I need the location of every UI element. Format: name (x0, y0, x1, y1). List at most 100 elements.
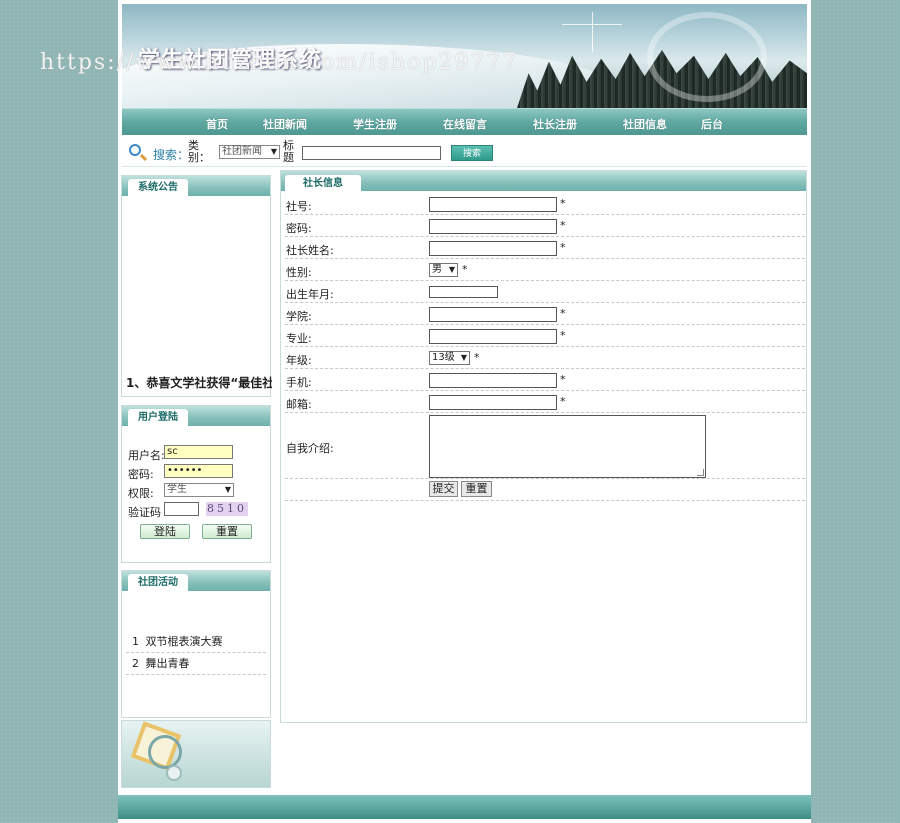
birth-input[interactable] (429, 286, 498, 298)
password-label: 密码: (128, 468, 154, 481)
list-item-name: 舞出青春 (145, 657, 190, 670)
search-label: 搜索： (153, 148, 190, 162)
captcha-input[interactable] (164, 502, 199, 516)
announcement-title: 系统公告 (128, 179, 188, 196)
role-select-value: 学生 (167, 484, 187, 495)
form-row-grade: 年级: 13级 ▼ * (285, 347, 805, 369)
gender-select[interactable]: 男 ▼ (429, 263, 458, 277)
panel-header: 系统公告 (122, 176, 270, 196)
search-bar: 搜索： 类别： 社团新闻 ▼ 标题 搜索 (122, 137, 807, 167)
nav-item-club-news[interactable]: 社团新闻 (263, 116, 307, 132)
required-mark: * (560, 197, 566, 210)
role-label: 权限: (128, 487, 154, 500)
main-nav: 首页 社团新闻 学生注册 在线留言 社长注册 社团信息 后台 (122, 108, 807, 135)
category-select[interactable]: 社团新闻 ▼ (219, 145, 280, 159)
panel-header: 社团活动 (122, 571, 270, 591)
form-row-gender: 性别: 男 ▼ * (285, 259, 805, 281)
search-icon (129, 144, 141, 156)
form-row-password: 密码: * (285, 215, 805, 237)
form-row-major: 专业: * (285, 325, 805, 347)
required-mark: * (560, 307, 566, 320)
list-item-number: 1 (132, 635, 139, 648)
intro-textarea[interactable] (429, 415, 706, 478)
main-content-panel: 社长信息 社号: * 密码: * 社长姓名: * 性别: 男 ▼ * 出生年月: (280, 170, 807, 723)
form-row-club-id: 社号: * (285, 193, 805, 215)
decorative-loop (148, 735, 182, 769)
panel-header: 社长信息 (281, 171, 806, 192)
birth-label: 出生年月: (286, 288, 334, 301)
submit-button[interactable]: 提交 (429, 481, 458, 497)
required-mark: * (560, 329, 566, 342)
list-item-number: 2 (132, 657, 139, 670)
panel-header: 用户登陆 (122, 406, 270, 426)
banner-sparkle (562, 24, 622, 25)
form-row-birth: 出生年月: (285, 281, 805, 303)
login-button[interactable]: 登陆 (140, 524, 190, 539)
category-select-value: 社团新闻 (222, 146, 262, 157)
intro-label: 自我介绍: (286, 442, 334, 455)
college-input[interactable] (429, 307, 557, 322)
activities-title: 社团活动 (128, 574, 188, 591)
chevron-down-icon: ▼ (448, 265, 455, 274)
phone-label: 手机: (286, 376, 312, 389)
username-input[interactable]: sc (164, 445, 233, 459)
phone-input[interactable] (429, 373, 557, 388)
activities-panel: 社团活动 1 双节棍表演大赛 2 舞出青春 (121, 570, 271, 718)
required-mark: * (560, 373, 566, 386)
login-title: 用户登陆 (128, 409, 188, 426)
nav-item-home[interactable]: 首页 (206, 116, 228, 132)
chevron-down-icon: ▼ (224, 485, 231, 494)
form-reset-button[interactable]: 重置 (461, 481, 492, 497)
captcha-label: 验证码 (128, 506, 161, 519)
major-input[interactable] (429, 329, 557, 344)
form-row-college: 学院: * (285, 303, 805, 325)
list-item[interactable]: 2 舞出青春 (126, 653, 266, 675)
club-id-label: 社号: (286, 200, 312, 213)
password-input[interactable]: •••••• (164, 464, 233, 478)
announcement-text[interactable]: 1、恭喜文学社获得“最佳社团”荣誉称号 (126, 376, 272, 392)
leader-name-label: 社长姓名: (286, 244, 334, 257)
required-mark: * (462, 263, 468, 276)
nav-item-leader-register[interactable]: 社长注册 (533, 116, 577, 132)
reset-button[interactable]: 重置 (202, 524, 252, 539)
banner-sparkle (592, 12, 593, 52)
list-item-name: 双节棍表演大赛 (145, 635, 223, 648)
gender-select-value: 男 (432, 264, 442, 275)
grade-label: 年级: (286, 354, 312, 367)
nav-item-guestbook[interactable]: 在线留言 (443, 116, 487, 132)
decorative-ball (166, 765, 182, 781)
footer-bar (118, 795, 811, 819)
nav-item-club-info[interactable]: 社团信息 (623, 116, 667, 132)
nav-item-admin[interactable]: 后台 (701, 116, 723, 132)
form-row-actions: 提交 重置 (285, 479, 805, 501)
grade-select-value: 13级 (432, 352, 455, 363)
gender-label: 性别: (286, 266, 312, 279)
club-id-input[interactable] (429, 197, 557, 212)
required-mark: * (560, 219, 566, 232)
password-label: 密码: (286, 222, 312, 235)
category-label: 类别： (188, 139, 210, 164)
grade-select[interactable]: 13级 ▼ (429, 351, 470, 365)
chevron-down-icon: ▼ (270, 147, 277, 156)
role-select[interactable]: 学生 ▼ (164, 483, 234, 497)
email-input[interactable] (429, 395, 557, 410)
nav-item-student-register[interactable]: 学生注册 (353, 116, 397, 132)
leader-name-input[interactable] (429, 241, 557, 256)
announcement-panel: 系统公告 1、恭喜文学社获得“最佳社团”荣誉称号 (121, 175, 272, 397)
captcha-image[interactable]: 8510 (206, 502, 248, 516)
list-item[interactable]: 1 双节棍表演大赛 (126, 631, 266, 653)
username-label: 用户名: (128, 449, 165, 462)
required-mark: * (560, 241, 566, 254)
form-row-leader-name: 社长姓名: * (285, 237, 805, 259)
required-mark: * (474, 351, 480, 364)
chevron-down-icon: ▼ (460, 353, 467, 362)
login-panel: 用户登陆 用户名: sc 密码: •••••• 权限: 学生 ▼ 验证码 851… (121, 405, 271, 563)
search-button[interactable]: 搜索 (451, 145, 493, 161)
banner-swirl-decoration (647, 12, 767, 102)
password-input[interactable] (429, 219, 557, 234)
form-row-intro: 自我介绍: (285, 413, 805, 479)
watermark-text: https://www.huzhan.com/ishop29777 (40, 50, 519, 75)
form-row-phone: 手机: * (285, 369, 805, 391)
main-title: 社长信息 (285, 175, 361, 192)
search-title-input[interactable] (302, 146, 441, 160)
